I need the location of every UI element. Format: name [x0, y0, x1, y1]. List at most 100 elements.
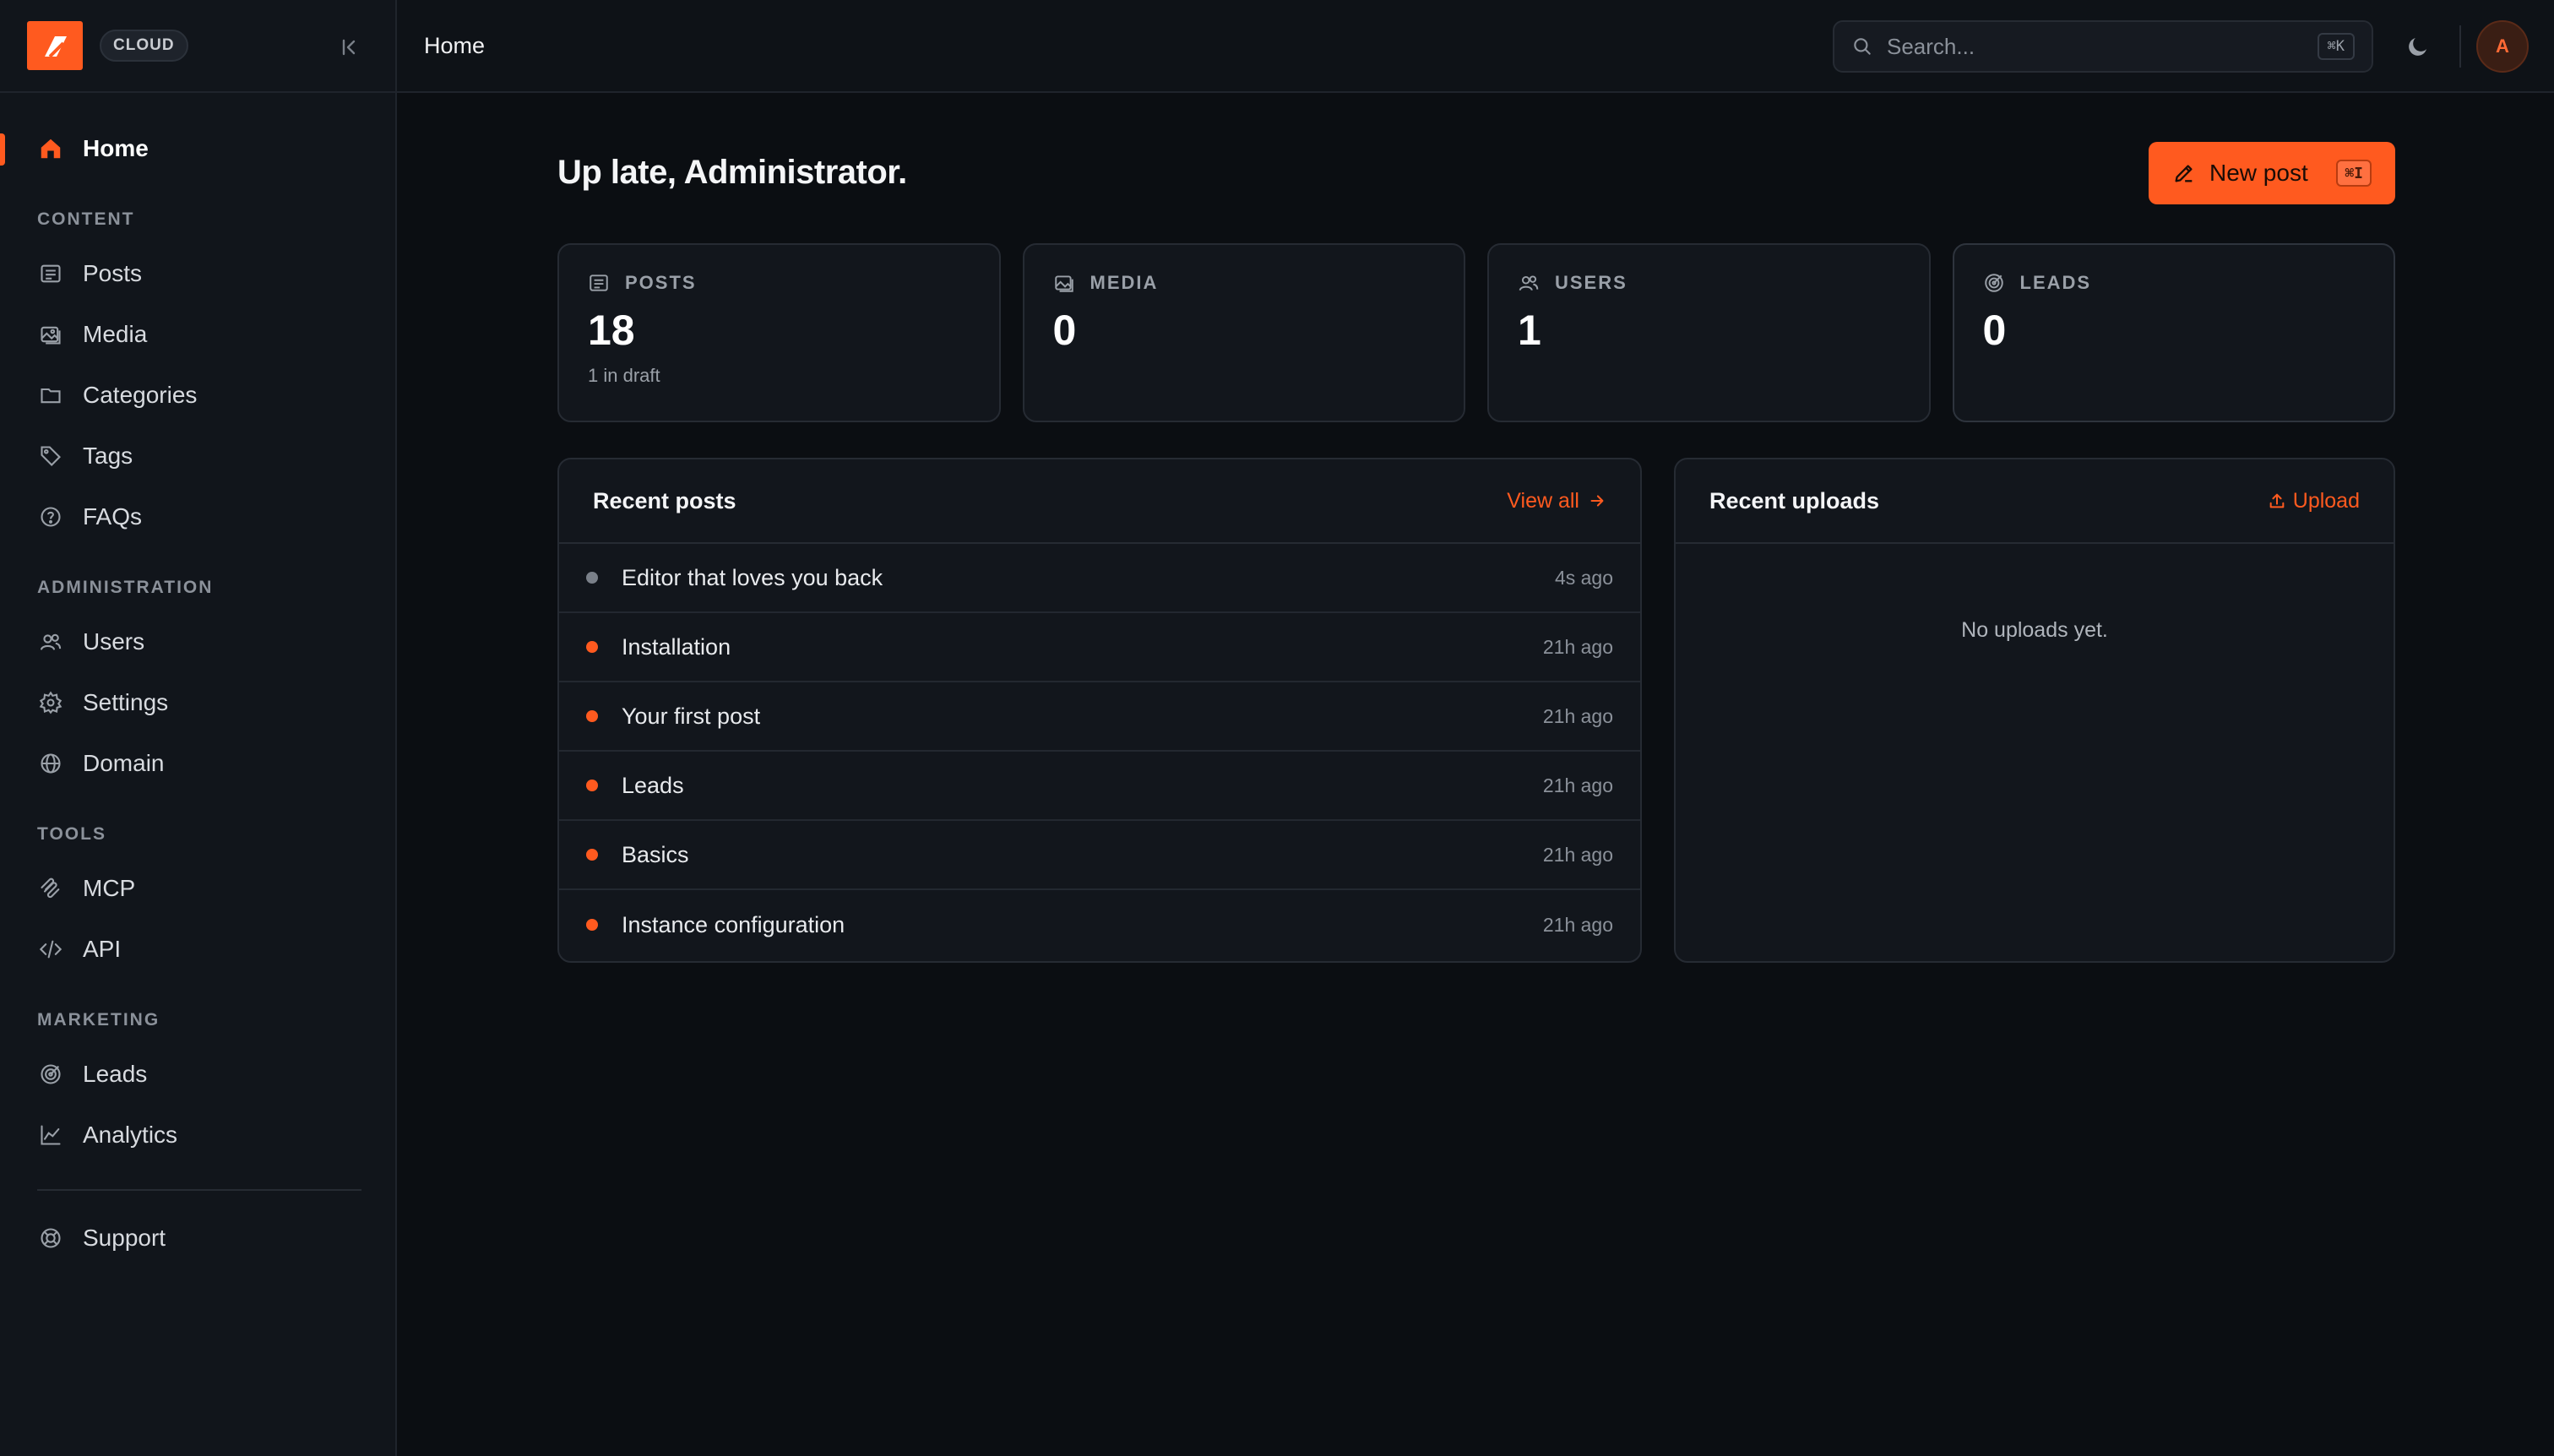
nav-section-administration: ADMINISTRATION [37, 578, 214, 597]
sidebar-header: CLOUD [0, 0, 395, 93]
post-time: 21h ago [1542, 704, 1613, 727]
media-icon [37, 321, 64, 348]
search-icon [1854, 38, 1871, 55]
post-title: Instance configuration [622, 911, 845, 937]
posts-icon [588, 272, 610, 294]
sidebar-item-label: Categories [83, 382, 198, 408]
stat-label: LEADS [2019, 272, 2092, 293]
sidebar-item-analytics[interactable]: Analytics [0, 1105, 395, 1165]
search-placeholder: Search... [1887, 33, 1975, 59]
sidebar-item-label: Tags [83, 443, 133, 469]
search-input[interactable]: Search... ⌘K [1833, 20, 2373, 73]
home-icon [37, 135, 64, 162]
sidebar-item-leads[interactable]: Leads [0, 1044, 395, 1105]
users-icon [1518, 272, 1540, 294]
published-status-dot [586, 710, 598, 722]
recent-posts-panel: Recent posts View all Editor that loves … [557, 458, 1642, 963]
table-row[interactable]: Leads 21h ago [559, 752, 1640, 821]
table-row[interactable]: Instance configuration 21h ago [559, 890, 1640, 959]
arrow-right-icon [1590, 495, 1604, 507]
nav-section-content: CONTENT [37, 209, 135, 229]
stat-label: USERS [1555, 272, 1627, 293]
help-icon [37, 503, 64, 530]
post-time: 21h ago [1542, 635, 1613, 658]
sidebar: CLOUD Home CONTENT Posts Media Categorie… [0, 0, 397, 1456]
sidebar-item-posts[interactable]: Posts [0, 243, 395, 304]
stat-card-media[interactable]: MEDIA 0 [1022, 243, 1465, 422]
collapse-sidebar-button[interactable] [334, 32, 365, 62]
upload-link[interactable]: Upload [2268, 489, 2360, 513]
theme-toggle-button[interactable] [2402, 30, 2434, 62]
recent-uploads-title: Recent uploads [1709, 487, 1880, 513]
search-shortcut: ⌘K [2317, 33, 2355, 60]
code-icon [37, 936, 64, 963]
folder-icon [37, 382, 64, 409]
gear-icon [37, 689, 64, 716]
table-row[interactable]: Editor that loves you back 4s ago [559, 544, 1640, 613]
table-row[interactable]: Installation 21h ago [559, 613, 1640, 682]
pencil-icon [2175, 165, 2193, 182]
sidebar-item-label: API [83, 936, 122, 962]
media-icon [1053, 272, 1075, 294]
stat-card-leads[interactable]: LEADS 0 [1952, 243, 2395, 422]
sidebar-item-label: Analytics [83, 1122, 178, 1148]
new-post-button[interactable]: New post ⌘I [2149, 142, 2395, 204]
sidebar-item-mcp[interactable]: MCP [0, 858, 395, 919]
mcp-icon [37, 875, 64, 902]
new-post-label: New post [2209, 160, 2308, 186]
target-icon [1983, 272, 2005, 294]
sidebar-item-label: Home [83, 135, 149, 161]
stat-card-posts[interactable]: POSTS 18 1 in draft [557, 243, 1001, 422]
new-post-shortcut: ⌘I [2336, 160, 2372, 187]
view-all-link[interactable]: View all [1507, 489, 1606, 513]
table-row[interactable]: Basics 21h ago [559, 821, 1640, 890]
stat-value: 1 [1518, 307, 1541, 354]
stat-subtext: 1 in draft [588, 365, 660, 386]
chart-icon [37, 1122, 64, 1149]
table-row[interactable]: Your first post 21h ago [559, 682, 1640, 752]
stat-value: 0 [1982, 307, 2007, 354]
post-title: Leads [622, 772, 684, 798]
sidebar-item-media[interactable]: Media [0, 304, 395, 365]
target-icon [37, 1061, 64, 1088]
upload-icon [2269, 493, 2285, 508]
sidebar-item-api[interactable]: API [0, 919, 395, 980]
post-title: Editor that loves you back [622, 564, 883, 590]
moon-icon [2409, 38, 2426, 56]
sidebar-item-users[interactable]: Users [0, 611, 395, 672]
draft-status-dot [586, 572, 598, 584]
empty-state: No uploads yet. [1961, 618, 2108, 642]
sidebar-item-support[interactable]: Support [0, 1208, 395, 1269]
stat-label: MEDIA [1090, 272, 1159, 293]
stats-row: POSTS 18 1 in draft MEDIA 0 USERS 1 LEAD… [557, 243, 2395, 422]
collapse-icon [342, 39, 356, 56]
sidebar-item-label: Users [83, 628, 145, 655]
breadcrumb[interactable]: Home [424, 33, 485, 59]
sidebar-item-home[interactable]: Home [0, 118, 395, 179]
stat-card-users[interactable]: USERS 1 [1487, 243, 1931, 422]
brand-logo[interactable] [27, 21, 83, 70]
sidebar-item-tags[interactable]: Tags [0, 426, 395, 486]
logo-mark-icon [45, 36, 67, 58]
main-area: Home Search... ⌘K A Up late, Administrat… [397, 0, 2554, 1456]
sidebar-item-settings[interactable]: Settings [0, 672, 395, 733]
sidebar-item-domain[interactable]: Domain [0, 733, 395, 794]
sidebar-item-label: FAQs [83, 503, 143, 530]
sidebar-item-categories[interactable]: Categories [0, 365, 395, 426]
avatar[interactable]: A [2476, 20, 2529, 73]
post-title: Your first post [622, 703, 761, 729]
sidebar-item-faqs[interactable]: FAQs [0, 486, 395, 547]
post-title: Installation [622, 633, 731, 660]
published-status-dot [586, 919, 598, 931]
upload-label: Upload [2292, 488, 2360, 513]
posts-icon [37, 260, 64, 287]
topbar-divider [2459, 25, 2461, 68]
sidebar-item-label: Media [83, 321, 148, 347]
sidebar-item-label: Domain [83, 750, 165, 776]
nav-section-tools: TOOLS [37, 824, 106, 844]
post-time: 21h ago [1542, 843, 1613, 866]
nav-section-marketing: MARKETING [37, 1010, 160, 1030]
globe-icon [37, 750, 64, 777]
recent-uploads-panel: Recent uploads Upload No uploads yet. [1674, 458, 2395, 963]
lifebuoy-icon [37, 1225, 64, 1252]
